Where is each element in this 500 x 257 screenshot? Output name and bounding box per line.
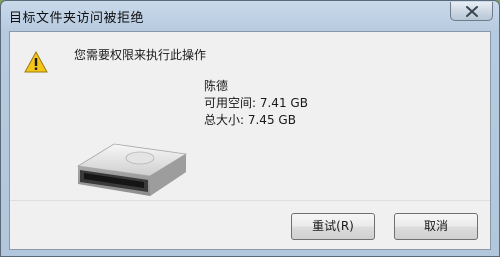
removable-drive-icon bbox=[76, 143, 188, 196]
drive-total-size: 总大小: 7.45 GB bbox=[204, 113, 296, 127]
content-area: 您需要权限来执行此操作 陈德 可用空间: 7.41 GB 总大小: 7.45 G… bbox=[10, 32, 490, 202]
dialog-window: 目标文件夹访问被拒绝 您需要权限来执行此操作 陈德 可用空间: 7.41 GB … bbox=[0, 0, 500, 257]
permission-message: 您需要权限来执行此操作 bbox=[74, 48, 207, 62]
drive-info: 陈德 可用空间: 7.41 GB 总大小: 7.45 GB bbox=[204, 78, 308, 129]
button-bar: 重试(R) 取消 bbox=[10, 200, 490, 249]
dialog-client-area: 您需要权限来执行此操作 陈德 可用空间: 7.41 GB 总大小: 7.45 G… bbox=[9, 31, 491, 250]
drive-name: 陈德 bbox=[204, 79, 229, 93]
drive-free-space: 可用空间: 7.41 GB bbox=[204, 96, 308, 110]
cancel-button[interactable]: 取消 bbox=[394, 213, 478, 240]
window-title: 目标文件夹访问被拒绝 bbox=[9, 11, 145, 26]
close-button[interactable] bbox=[450, 2, 493, 21]
close-icon bbox=[466, 6, 478, 17]
retry-button[interactable]: 重试(R) bbox=[291, 213, 375, 240]
warning-icon bbox=[24, 50, 48, 73]
title-bar[interactable]: 目标文件夹访问被拒绝 bbox=[1, 1, 499, 31]
